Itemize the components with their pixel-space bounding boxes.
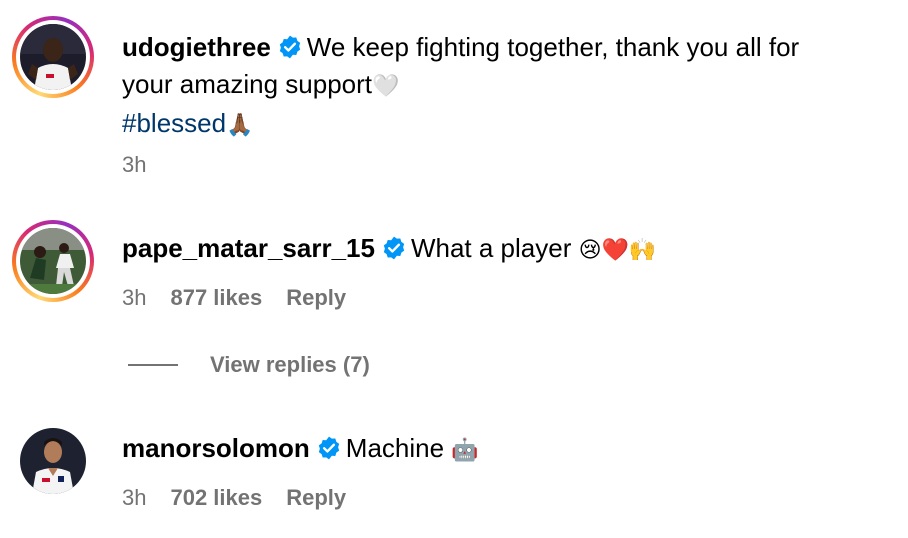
comment-text: Machine — [345, 433, 445, 463]
avatar[interactable] — [20, 428, 86, 494]
player-photo-icon — [20, 228, 86, 294]
comment-body: pape_matar_sarr_15 What a player 😢❤️🙌 — [122, 230, 892, 269]
avatar-story-ring[interactable] — [12, 220, 94, 302]
username[interactable]: udogiethree — [122, 32, 271, 62]
avatar — [20, 24, 86, 90]
comment-meta: 3h 877 likes Reply — [122, 285, 346, 311]
username[interactable]: pape_matar_sarr_15 — [122, 233, 375, 263]
verified-badge-icon — [318, 436, 339, 460]
comment-body: manorsolomon Machine 🤖 — [122, 430, 892, 469]
comment-body: udogiethree We keep fighting together, th… — [122, 29, 892, 144]
avatar-story-ring[interactable] — [12, 16, 94, 98]
white-heart-icon: 🤍 — [372, 74, 400, 99]
emoji-group-icon: 😢❤️🙌 — [578, 238, 657, 263]
timestamp[interactable]: 3h — [122, 152, 146, 178]
avatar — [20, 228, 86, 294]
username[interactable]: manorsolomon — [122, 433, 310, 463]
comment-meta: 3h 702 likes Reply — [122, 485, 346, 511]
divider-line — [128, 364, 178, 366]
view-replies-label: View replies (7) — [210, 352, 370, 377]
comment-meta: 3h — [122, 152, 146, 178]
view-replies-button[interactable]: View replies (7) — [128, 352, 370, 378]
reply-button[interactable]: Reply — [286, 285, 346, 311]
reply-button[interactable]: Reply — [286, 485, 346, 511]
player-photo-icon — [20, 24, 86, 90]
praying-hands-icon: 🙏🏾 — [226, 113, 254, 138]
comment-text-line2: your amazing support — [122, 69, 373, 99]
comment-text: We keep fighting together, thank you all… — [306, 32, 800, 62]
robot-icon: 🤖 — [451, 438, 479, 463]
verified-badge-icon — [279, 35, 300, 59]
likes-count[interactable]: 702 likes — [170, 485, 262, 511]
comment-text: What a player — [410, 233, 572, 263]
player-photo-icon — [20, 428, 86, 494]
hashtag-link[interactable]: #blessed — [122, 108, 226, 138]
verified-badge-icon — [383, 236, 405, 260]
likes-count[interactable]: 877 likes — [170, 285, 262, 311]
timestamp[interactable]: 3h — [122, 485, 146, 511]
timestamp[interactable]: 3h — [122, 285, 146, 311]
